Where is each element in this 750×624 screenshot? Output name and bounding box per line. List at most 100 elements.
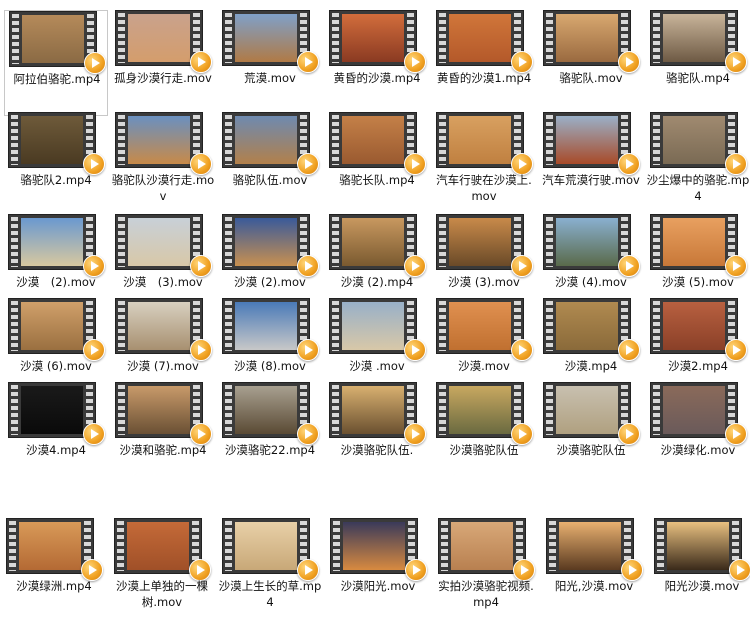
thumbnail-image: [556, 14, 618, 62]
video-thumbnail: [8, 298, 105, 361]
file-item[interactable]: 沙漠骆驼队伍: [539, 382, 643, 488]
file-item[interactable]: 沙漠绿化.mov: [646, 382, 750, 488]
thumbnail-image: [128, 302, 190, 350]
thumbnail-image: [343, 522, 405, 570]
thumbnail-image: [667, 522, 729, 570]
thumbnail-image: [342, 302, 404, 350]
film-perforation: [657, 521, 664, 571]
file-item[interactable]: 骆驼队沙漠行走.mov: [111, 112, 215, 218]
file-item[interactable]: 黄昏的沙漠.mp4: [325, 10, 429, 116]
file-item[interactable]: 骆驼队伍.mov: [218, 112, 322, 218]
video-thumbnail: [329, 298, 426, 361]
file-item[interactable]: 阳光,沙漠.mov: [542, 518, 646, 624]
video-thumbnail: [9, 11, 106, 74]
file-name: 沙漠 (2).mov: [234, 275, 306, 289]
file-name: 黄昏的沙漠.mp4: [333, 71, 421, 85]
film-perforation: [118, 13, 125, 63]
film-perforation: [11, 301, 18, 351]
thumbnail-image: [128, 116, 190, 164]
file-item[interactable]: 骆驼队.mp4: [646, 10, 750, 116]
file-item[interactable]: 沙漠骆驼22.mp4: [218, 382, 322, 488]
file-item[interactable]: 沙漠骆驼队伍: [432, 382, 536, 488]
video-thumbnail: [329, 382, 426, 445]
file-item[interactable]: 沙漠4.mp4: [4, 382, 108, 488]
thumbnail-image: [663, 218, 725, 266]
file-item[interactable]: 孤身沙漠行走.mov: [111, 10, 215, 116]
film-perforation: [118, 115, 125, 165]
video-thumbnail: [329, 214, 426, 277]
film-perforation: [225, 301, 232, 351]
thumbnail-image: [663, 116, 725, 164]
file-item[interactable]: 荒漠.mov: [218, 10, 322, 116]
thumbnail-image: [556, 386, 618, 434]
thumbnail-image: [19, 522, 81, 570]
thumbnail-image: [235, 386, 297, 434]
file-name: 沙漠 (8).mov: [234, 359, 306, 373]
file-name: 沙漠 (6).mov: [20, 359, 92, 373]
file-item[interactable]: 实拍沙漠骆驼视频.mp4: [434, 518, 538, 624]
film-perforation: [332, 217, 339, 267]
file-item[interactable]: 阿拉伯骆驼.mp4: [4, 10, 108, 116]
file-name: 沙漠骆驼22.mp4: [224, 443, 316, 457]
video-thumbnail: [650, 10, 747, 73]
video-thumbnail: [543, 214, 640, 277]
file-name: 阳光,沙漠.mov: [554, 579, 634, 593]
film-perforation: [11, 115, 18, 165]
file-name: 沙漠骆驼队伍: [449, 443, 519, 457]
film-perforation: [225, 217, 232, 267]
film-perforation: [439, 385, 446, 435]
file-name: 沙漠上单独的一棵树.mov: [116, 579, 208, 609]
film-perforation: [333, 521, 340, 571]
thumbnail-image: [21, 116, 83, 164]
file-item[interactable]: 沙尘爆中的骆驼.mp4: [646, 112, 750, 218]
video-thumbnail: [115, 382, 212, 445]
thumbnail-image: [128, 14, 190, 62]
file-name: 沙漠2.mp4: [668, 359, 728, 373]
film-perforation: [439, 13, 446, 63]
file-name: 实拍沙漠骆驼视频.mp4: [438, 579, 534, 609]
file-item[interactable]: 汽车行驶在沙漠上.mov: [432, 112, 536, 218]
video-thumbnail: [115, 112, 212, 175]
film-perforation: [11, 385, 18, 435]
video-thumbnail: [436, 10, 533, 73]
film-perforation: [653, 301, 660, 351]
file-name: 骆驼队.mov: [559, 71, 623, 85]
file-item[interactable]: 骆驼队.mov: [539, 10, 643, 116]
file-name: 沙漠 (2).mov: [16, 275, 96, 289]
file-item[interactable]: 骆驼队2.mp4: [4, 112, 108, 218]
thumbnail-image: [342, 14, 404, 62]
file-item[interactable]: 沙漠阳光.mov: [326, 518, 430, 624]
film-perforation: [118, 301, 125, 351]
thumbnail-image: [21, 386, 83, 434]
file-item[interactable]: 黄昏的沙漠1.mp4: [432, 10, 536, 116]
film-perforation: [332, 13, 339, 63]
file-name: 沙漠 (5).mov: [662, 275, 734, 289]
film-perforation: [439, 115, 446, 165]
file-item[interactable]: 阳光沙漠.mov: [650, 518, 750, 624]
file-name: 汽车行驶在沙漠上.mov: [436, 173, 532, 203]
film-perforation: [439, 301, 446, 351]
video-thumbnail: [222, 214, 319, 277]
film-perforation: [332, 301, 339, 351]
file-item[interactable]: 沙漠上单独的一棵树.mov: [110, 518, 214, 624]
video-thumbnail: [436, 298, 533, 361]
film-perforation: [653, 217, 660, 267]
file-name: 沙漠上生长的草.mp4: [218, 579, 322, 609]
video-thumbnail: [115, 10, 212, 73]
video-thumbnail: [114, 518, 211, 581]
thumbnail-image: [449, 14, 511, 62]
file-name: 沙漠4.mp4: [26, 443, 86, 457]
film-perforation: [9, 521, 16, 571]
file-name: 黄昏的沙漠1.mp4: [436, 71, 532, 85]
file-item[interactable]: 汽车荒漠行驶.mov: [539, 112, 643, 218]
file-item[interactable]: 沙漠和骆驼.mp4: [111, 382, 215, 488]
file-item[interactable]: 骆驼长队.mp4: [325, 112, 429, 218]
file-name: 阿拉伯骆驼.mp4: [13, 72, 101, 86]
file-name: 沙漠骆驼队伍: [556, 443, 626, 457]
film-perforation: [546, 217, 553, 267]
file-item[interactable]: 沙漠绿洲.mp4: [2, 518, 106, 624]
video-thumbnail: [222, 518, 319, 581]
film-perforation: [11, 217, 18, 267]
file-item[interactable]: 沙漠上生长的草.mp4: [218, 518, 322, 624]
file-item[interactable]: 沙漠骆驼队伍.: [325, 382, 429, 488]
